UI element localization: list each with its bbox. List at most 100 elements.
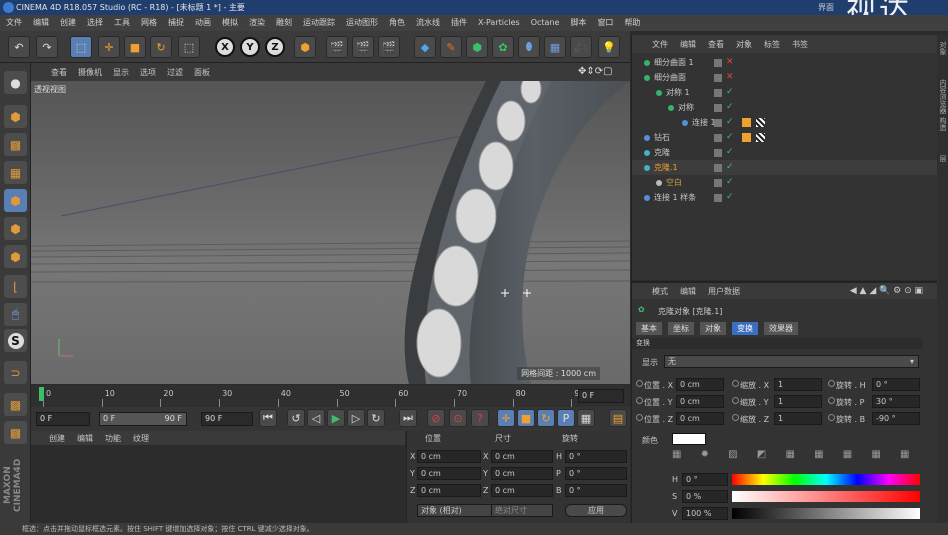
pen-spline-button[interactable]: ✎ xyxy=(440,36,462,58)
menu-item[interactable]: 网格 xyxy=(141,15,157,31)
menu-item[interactable]: 编辑 xyxy=(33,15,49,31)
autokey-button[interactable]: ⊙ xyxy=(449,409,467,427)
menu-item[interactable]: 运动图形 xyxy=(346,15,378,31)
deformer-button[interactable]: ⬮ xyxy=(518,36,540,58)
menu-item[interactable]: 角色 xyxy=(389,15,405,31)
rot-field[interactable]: -90 ° xyxy=(872,412,920,425)
enabled-check-icon[interactable]: ✓ xyxy=(726,130,734,145)
object-row[interactable]: 空白 ✓ xyxy=(632,175,938,190)
attribute-menu-item[interactable]: 编辑 xyxy=(680,286,696,297)
attribute-menu-item[interactable]: 用户数据 xyxy=(708,286,740,297)
timeline-menu-button[interactable]: ▤ xyxy=(609,409,627,427)
object-menu-item[interactable]: 对象 xyxy=(736,39,752,50)
material-menu-item[interactable]: 创建 xyxy=(49,433,65,444)
material-menu-item[interactable]: 纹理 xyxy=(133,433,149,444)
animate-toggle-icon[interactable] xyxy=(732,397,739,404)
key-param-button[interactable]: P xyxy=(557,409,575,427)
menu-item[interactable]: 创建 xyxy=(60,15,76,31)
goto-start-button[interactable]: ⏮ xyxy=(259,409,277,427)
object-visibility-toggle[interactable] xyxy=(714,74,722,82)
hsv-field[interactable]: 0 % xyxy=(682,490,728,503)
viewport-menu-item[interactable]: 面板 xyxy=(194,67,210,78)
coords-apply-button[interactable]: 应用 xyxy=(565,504,627,517)
coordinate-system-button[interactable]: ⬢ xyxy=(294,36,316,58)
points-mode-icon[interactable]: ⬢ xyxy=(4,189,27,212)
attribute-tab[interactable]: 变换 xyxy=(732,322,758,335)
menu-item[interactable]: 雕刻 xyxy=(276,15,292,31)
key-pla-button[interactable]: ▦ xyxy=(577,409,595,427)
key-scale-button[interactable]: ■ xyxy=(517,409,535,427)
object-menu-item[interactable]: 编辑 xyxy=(680,39,696,50)
scale-field[interactable]: 1 xyxy=(774,412,822,425)
material-menu-item[interactable]: 编辑 xyxy=(77,433,93,444)
menu-item[interactable]: 脚本 xyxy=(570,15,586,31)
attribute-tab[interactable]: 坐标 xyxy=(668,322,694,335)
coord-rotation-field[interactable]: 0 ° xyxy=(565,484,627,497)
menu-item[interactable]: 捕捉 xyxy=(168,15,184,31)
hsv-gradient-slider[interactable] xyxy=(732,491,920,502)
animate-toggle-icon[interactable] xyxy=(636,414,643,421)
model-mode-icon[interactable]: ⬢ xyxy=(4,105,27,128)
coord-position-field[interactable]: 0 cm xyxy=(417,484,481,497)
key-rotation-button[interactable]: ↻ xyxy=(537,409,555,427)
animate-toggle-icon[interactable] xyxy=(828,397,835,404)
enabled-check-icon[interactable]: ✓ xyxy=(726,145,734,160)
coords-mode-select[interactable]: 对象 (相对) xyxy=(417,504,493,517)
disabled-x-icon[interactable]: ✕ xyxy=(726,70,734,85)
menu-item[interactable]: X-Particles xyxy=(478,15,520,31)
coord-position-field[interactable]: 0 cm xyxy=(417,467,481,480)
color-picker-mode-icons[interactable]: ▦ ✹ ▨ ◩ ▦ ▦ ▦ ▦ ▦ xyxy=(672,449,922,463)
scale-field[interactable]: 1 xyxy=(774,378,822,391)
hsv-field[interactable]: 100 % xyxy=(682,507,728,520)
coord-size-field[interactable]: 0 cm xyxy=(491,484,553,497)
undo-button[interactable]: ↶ xyxy=(8,36,30,58)
y-axis-lock-button[interactable]: Y xyxy=(240,37,260,57)
move-tool-button[interactable]: ✛ xyxy=(98,36,120,58)
animate-toggle-icon[interactable] xyxy=(828,414,835,421)
object-material-tag-icon[interactable] xyxy=(756,118,765,127)
object-visibility-toggle[interactable] xyxy=(714,104,722,112)
enabled-check-icon[interactable]: ✓ xyxy=(726,175,734,190)
object-tag-icon[interactable] xyxy=(742,133,751,142)
enabled-check-icon[interactable]: ✓ xyxy=(726,115,734,130)
object-row[interactable]: 克隆.1 ✓ xyxy=(632,160,938,175)
current-frame-field[interactable]: 0 F xyxy=(578,389,624,403)
object-visibility-toggle[interactable] xyxy=(714,179,722,187)
animate-toggle-icon[interactable] xyxy=(636,380,643,387)
coord-rotation-field[interactable]: 0 ° xyxy=(565,467,627,480)
goto-end-button[interactable]: ⏭ xyxy=(399,409,417,427)
scale-tool-button[interactable]: ■ xyxy=(124,36,146,58)
viewport-nav-icons[interactable]: ✥⇕⟳▢ xyxy=(578,66,613,77)
object-row[interactable]: 对称 ✓ xyxy=(632,100,938,115)
object-visibility-toggle[interactable] xyxy=(714,119,722,127)
animate-toggle-icon[interactable] xyxy=(732,414,739,421)
layout-label[interactable]: 界面 xyxy=(818,0,834,15)
object-row[interactable]: 连接 1 样条 ✓ xyxy=(632,190,938,205)
coord-size-field[interactable]: 0 cm xyxy=(491,467,553,480)
coords-size-mode-select[interactable]: 绝对尺寸 xyxy=(491,504,553,517)
x-axis-lock-button[interactable]: X xyxy=(215,37,235,57)
attribute-tab[interactable]: 基本 xyxy=(636,322,662,335)
animate-toggle-icon[interactable] xyxy=(732,380,739,387)
live-select-button[interactable]: ⬚ xyxy=(70,36,92,58)
render-settings-button[interactable]: 🎬 xyxy=(378,36,400,58)
start-frame-field[interactable]: 0 F xyxy=(36,412,90,426)
scale-field[interactable]: 1 xyxy=(774,395,822,408)
enabled-check-icon[interactable]: ✓ xyxy=(726,85,734,100)
attribute-tab[interactable]: 效果器 xyxy=(764,322,798,335)
texture-mode-icon[interactable]: ▩ xyxy=(4,133,27,156)
object-visibility-toggle[interactable] xyxy=(714,89,722,97)
prev-frame-button[interactable]: ◁ xyxy=(307,409,325,427)
object-visibility-toggle[interactable] xyxy=(714,164,722,172)
object-tag-icon[interactable] xyxy=(742,118,751,127)
pos-field[interactable]: 0 cm xyxy=(676,412,724,425)
perspective-viewport[interactable]: 透视视图 网格间距 : 1000 cm xyxy=(31,81,630,384)
axis-mode-icon[interactable]: ⌊ xyxy=(4,275,27,298)
subdivision-surface-button[interactable]: ⬢ xyxy=(466,36,488,58)
prev-key-button[interactable]: ↺ xyxy=(287,409,305,427)
lock-workplane-icon[interactable]: ▩ xyxy=(4,393,27,416)
right-dock-tab[interactable]: 层 xyxy=(938,155,948,191)
solo-mode-icon[interactable]: S xyxy=(4,329,27,352)
tweak-mode-icon[interactable]: 🖱 xyxy=(4,303,27,326)
hsv-field[interactable]: 0 ° xyxy=(682,473,728,486)
